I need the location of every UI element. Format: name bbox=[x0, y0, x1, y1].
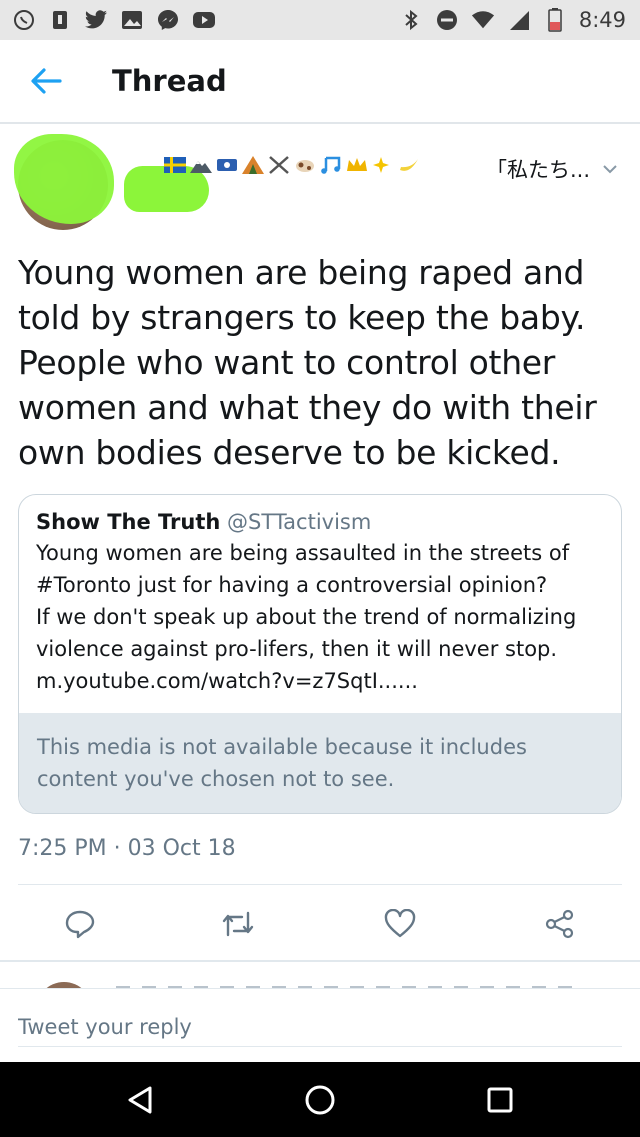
retweet-button[interactable] bbox=[220, 906, 256, 942]
status-time: 8:49 bbox=[578, 8, 626, 32]
quoted-tweet-text: Young women are being assaulted in the s… bbox=[36, 537, 603, 697]
banana-icon bbox=[398, 156, 420, 179]
tweet-timestamp: 7:25 PM · 03 Oct 18 bbox=[18, 836, 236, 861]
circle-home-icon bbox=[305, 1085, 335, 1115]
app-header: Thread bbox=[0, 40, 640, 124]
heart-icon bbox=[384, 909, 416, 938]
retweet-icon bbox=[222, 911, 254, 937]
recents-nav-button[interactable] bbox=[480, 1080, 520, 1120]
mountain-icon bbox=[190, 157, 212, 178]
quoted-tweet-line: violence against pro-lifers, then it wil… bbox=[36, 637, 558, 661]
quoted-tweet-link[interactable]: m.youtube.com/watch?v=z7SqtI...... bbox=[36, 665, 603, 697]
bluetooth-icon bbox=[399, 8, 423, 32]
quoted-tweet-line: Young women are being assaulted in the s… bbox=[36, 541, 570, 565]
money-icon bbox=[216, 157, 238, 178]
tweet-text: Young women are being raped and told by … bbox=[18, 253, 597, 472]
music-note-icon bbox=[320, 156, 342, 179]
triangle-back-icon bbox=[128, 1086, 152, 1114]
reply-input[interactable] bbox=[18, 1007, 622, 1047]
reply-button[interactable] bbox=[62, 906, 98, 942]
cow-icon bbox=[294, 156, 316, 179]
square-recents-icon bbox=[487, 1087, 513, 1113]
reply-bar bbox=[0, 988, 640, 1062]
quoted-tweet-name: Show The Truth bbox=[36, 510, 221, 534]
tweet-header: 「私たち... bbox=[0, 126, 640, 236]
like-button[interactable] bbox=[382, 906, 418, 942]
do-not-disturb-icon bbox=[435, 8, 459, 32]
sparkles-icon bbox=[372, 156, 394, 179]
quoted-tweet-author: Show The Truth @STTactivism bbox=[36, 507, 603, 537]
chevron-down-icon[interactable] bbox=[598, 156, 622, 180]
page-title: Thread bbox=[112, 64, 227, 98]
arrow-left-icon bbox=[31, 68, 62, 94]
tweet-actions bbox=[0, 888, 640, 958]
status-right-icons: 8:49 bbox=[399, 8, 626, 32]
home-nav-button[interactable] bbox=[300, 1080, 340, 1120]
share-button[interactable] bbox=[542, 906, 578, 942]
quoted-tweet[interactable]: Show The Truth @STTactivism Young women … bbox=[18, 494, 622, 814]
quoted-tweet-line: If we don't speak up about the trend of … bbox=[36, 605, 577, 629]
next-reply-preview[interactable] bbox=[0, 962, 640, 990]
twitter-icon bbox=[84, 8, 108, 32]
display-name-emojis bbox=[164, 156, 420, 179]
back-nav-button[interactable] bbox=[120, 1080, 160, 1120]
crossed-swords-icon bbox=[268, 156, 290, 179]
whatsapp-icon bbox=[12, 8, 36, 32]
signal-icon bbox=[507, 8, 531, 32]
share-icon bbox=[545, 909, 574, 939]
battery-icon bbox=[543, 8, 567, 32]
messenger-icon bbox=[156, 8, 180, 32]
tweet[interactable]: 「私たち... Young women are being raped and … bbox=[0, 126, 640, 962]
tent-icon bbox=[242, 156, 264, 179]
quoted-tweet-body: Show The Truth @STTactivism Young women … bbox=[19, 495, 621, 697]
crown-icon bbox=[346, 156, 368, 179]
notification-icon bbox=[48, 8, 72, 32]
status-left-icons bbox=[12, 8, 216, 32]
media-notice-line: This media is not available because it i… bbox=[37, 735, 527, 759]
display-name-snippet: 「私たち... bbox=[486, 158, 591, 182]
gallery-icon bbox=[120, 8, 144, 32]
status-bar: 8:49 bbox=[0, 0, 640, 40]
back-button[interactable] bbox=[0, 39, 92, 123]
system-nav-bar bbox=[0, 1062, 640, 1137]
youtube-icon bbox=[192, 8, 216, 32]
media-notice-line: content you've chosen not to see. bbox=[37, 767, 395, 791]
reply-icon bbox=[65, 910, 95, 939]
divider bbox=[18, 884, 622, 885]
flag-icon bbox=[164, 157, 186, 178]
media-unavailable-notice: This media is not available because it i… bbox=[19, 713, 621, 813]
quoted-tweet-handle: @STTactivism bbox=[227, 510, 372, 534]
quoted-tweet-line: #Toronto just for having a controversial… bbox=[36, 573, 548, 597]
wifi-icon bbox=[471, 8, 495, 32]
